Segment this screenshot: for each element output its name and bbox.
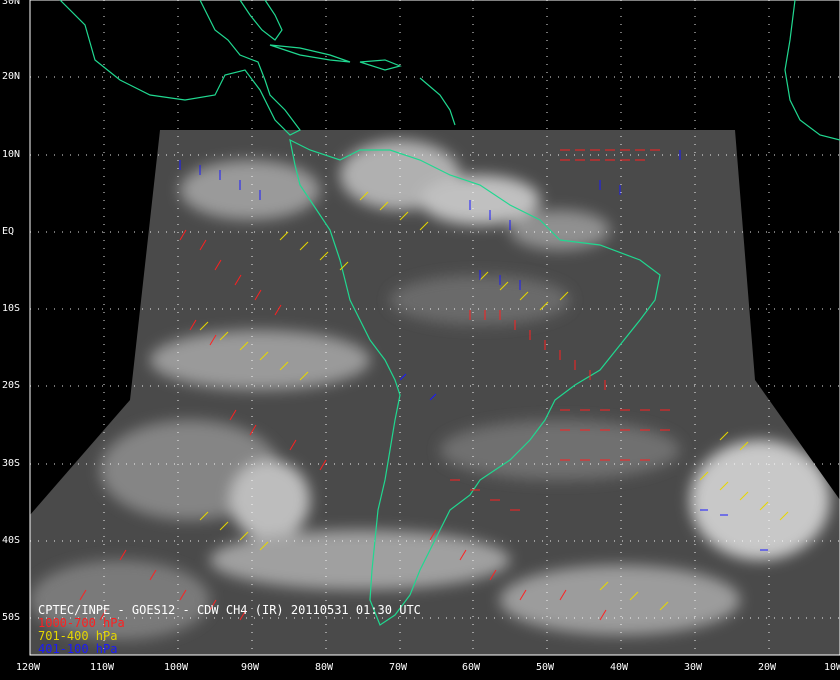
- lon-label-40w: 40W: [610, 662, 629, 673]
- lon-label-70w: 70W: [389, 662, 408, 673]
- lon-label-90w: 90W: [241, 662, 260, 673]
- legend-item-high: 401-100 hPa: [38, 642, 118, 656]
- lon-label-10w: 10W: [824, 662, 840, 673]
- cuba-coast: [269, 44, 351, 63]
- lon-label-110w: 110W: [90, 662, 115, 673]
- lat-label-10n: 10N: [2, 149, 21, 160]
- florida-coast: [239, 0, 283, 41]
- lon-label-120w: 120W: [16, 662, 41, 673]
- hispaniola-coast: [359, 59, 402, 71]
- satellite-map: [29, 0, 840, 656]
- lat-label-40s: 40S: [2, 535, 21, 546]
- north-america-coast: [59, 0, 301, 136]
- lon-label-80w: 80W: [315, 662, 334, 673]
- ir-imagery: [30, 130, 840, 655]
- lat-label-30n: 30N: [2, 0, 21, 7]
- lat-label-20s: 20S: [2, 380, 21, 391]
- lon-label-20w: 20W: [758, 662, 777, 673]
- lat-label-50s: 50S: [2, 612, 21, 623]
- lat-label-30s: 30S: [2, 458, 21, 469]
- lat-label-10s: 10S: [2, 303, 21, 314]
- lat-label-eq: EQ: [2, 226, 15, 237]
- lat-label-20n: 20N: [2, 71, 21, 82]
- lon-label-50w: 50W: [536, 662, 555, 673]
- antilles-coast: [419, 77, 456, 126]
- lon-label-60w: 60W: [462, 662, 481, 673]
- lon-label-100w: 100W: [164, 662, 189, 673]
- africa-coast: [784, 0, 840, 141]
- lon-label-30w: 30W: [684, 662, 703, 673]
